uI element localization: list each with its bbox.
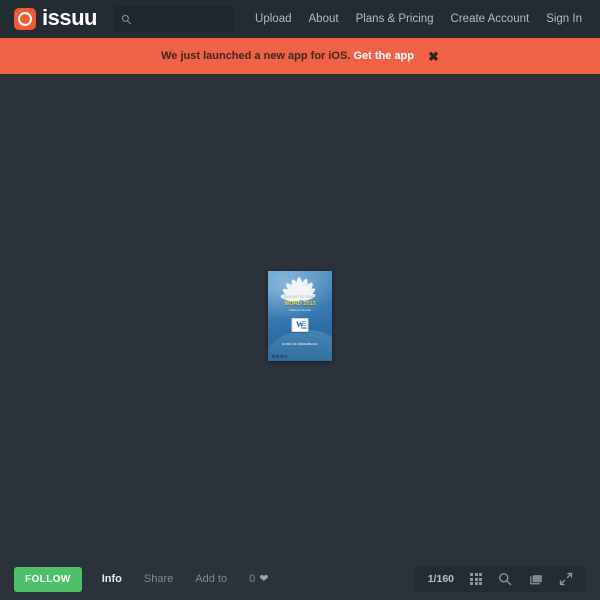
cover-subtitle-text: Traitement de texte	[288, 308, 312, 312]
nav-item-about[interactable]: About	[309, 13, 339, 25]
search-box[interactable]	[112, 6, 235, 32]
promo-banner-cta-link[interactable]: Get the app	[353, 50, 414, 62]
presentation-mode-icon[interactable]	[528, 573, 543, 586]
cover-header-text: RAPPORT DE STAGE	[284, 294, 316, 299]
promo-banner: We just launched a new app for iOS. Get …	[0, 38, 600, 74]
viewer-controls-panel: 1/160	[414, 566, 586, 592]
search-icon	[121, 14, 132, 25]
cover-title-text: WORD 2013	[284, 301, 316, 308]
site-header: issuu Upload About Plans & Pricing Creat…	[0, 0, 600, 38]
nav-item-upload[interactable]: Upload	[255, 13, 291, 25]
like-count: 0	[249, 573, 256, 585]
reader-stage[interactable]: RAPPORT DE STAGE WORD 2013 Traitement de…	[0, 74, 600, 558]
reader-bottom-toolbar: FOLLOW Info Share Add to 0 ❤ 1/160	[0, 558, 600, 600]
share-tab[interactable]: Share	[144, 573, 173, 585]
zoom-search-icon[interactable]	[498, 572, 512, 586]
promo-banner-message: We just launched a new app for iOS.	[161, 50, 351, 62]
nav-item-sign-in[interactable]: Sign In	[546, 13, 582, 25]
cover-barcode-graphic	[271, 354, 287, 358]
info-tab[interactable]: Info	[102, 573, 122, 585]
fullscreen-icon[interactable]	[559, 572, 573, 586]
like-button[interactable]: 0 ❤	[249, 573, 268, 585]
cover-footer-text: GUIDE DE DEMARRAGE	[282, 342, 318, 346]
promo-banner-text: We just launched a new app for iOS. Get …	[161, 50, 414, 62]
issuu-target-logo-icon	[14, 8, 36, 30]
issuu-logo-link[interactable]: issuu	[14, 7, 97, 31]
reader-action-links: Info Share Add to 0 ❤	[102, 573, 269, 585]
nav-item-plans-pricing[interactable]: Plans & Pricing	[356, 13, 434, 25]
document-page-spread[interactable]: RAPPORT DE STAGE WORD 2013 Traitement de…	[268, 271, 332, 361]
word-document-lines	[301, 321, 306, 330]
heart-icon: ❤	[259, 572, 269, 585]
page-indicator: 1/160	[427, 573, 454, 585]
word-document-icon: W	[291, 317, 309, 332]
brand-name: issuu	[42, 5, 97, 30]
grid-view-icon[interactable]	[470, 573, 482, 585]
nav-item-create-account[interactable]: Create Account	[451, 13, 530, 25]
issuu-reader-page: issuu Upload About Plans & Pricing Creat…	[0, 0, 600, 600]
primary-navigation: Upload About Plans & Pricing Create Acco…	[255, 13, 586, 25]
document-cover-art: RAPPORT DE STAGE WORD 2013 Traitement de…	[268, 271, 332, 361]
close-icon[interactable]: ✖	[428, 50, 439, 63]
search-input[interactable]	[136, 13, 227, 25]
add-to-tab[interactable]: Add to	[195, 573, 227, 585]
follow-button[interactable]: FOLLOW	[14, 566, 82, 592]
